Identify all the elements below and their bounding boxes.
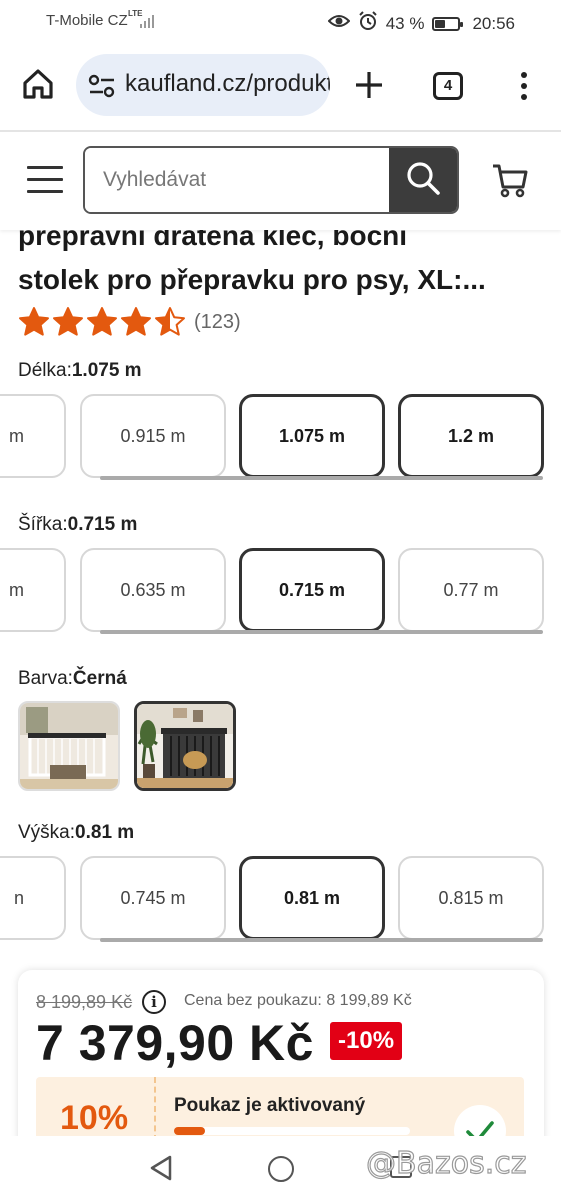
search-box — [83, 146, 459, 214]
system-nav-bar: @Bazos.cz — [0, 1136, 561, 1200]
search-button[interactable] — [389, 148, 457, 212]
site-header — [0, 132, 561, 230]
alarm-icon — [358, 11, 378, 36]
cart-icon[interactable] — [490, 160, 530, 200]
search-input[interactable] — [85, 148, 391, 212]
info-icon[interactable]: i — [142, 990, 166, 1014]
length-label: Délka:1.075 m — [18, 360, 142, 381]
length-scrollbar[interactable] — [100, 476, 543, 480]
height-scrollbar[interactable] — [100, 938, 543, 942]
height-option[interactable]: n — [0, 856, 66, 940]
tabs-icon[interactable]: 4 — [433, 72, 463, 100]
clock: 20:56 — [472, 13, 515, 33]
home-icon[interactable] — [20, 66, 56, 102]
product-rating[interactable]: (123) — [18, 306, 241, 338]
plus-icon[interactable] — [352, 68, 386, 102]
width-scrollbar[interactable] — [100, 630, 543, 634]
address-bar[interactable]: kaufland.cz/produkt — [76, 54, 330, 116]
length-options: m 0.915 m 1.075 m 1.2 m — [0, 390, 561, 484]
coupon-percent: 10% — [60, 1099, 129, 1137]
width-option[interactable]: 0.635 m — [80, 548, 226, 632]
width-option[interactable]: 0.77 m — [398, 548, 544, 632]
carrier-name: T-Mobile CZ — [46, 12, 128, 29]
width-option[interactable]: 0.715 m — [239, 548, 385, 632]
search-icon — [405, 160, 441, 201]
width-value: 0.715 m — [67, 514, 138, 535]
battery-percent: 43 % — [385, 13, 425, 33]
watermark: @Bazos.cz — [365, 1145, 527, 1181]
coupon-progress — [174, 1127, 410, 1135]
rating-stars — [18, 306, 186, 338]
rating-count: (123) — [194, 310, 241, 333]
color-label: Barva:Černá — [18, 668, 127, 689]
star-icon — [121, 307, 151, 336]
swatch-black-variant[interactable] — [134, 701, 236, 791]
signal-icon — [140, 12, 154, 28]
discount-badge: -10% — [330, 1022, 403, 1060]
star-icon — [87, 307, 117, 336]
star-icon — [155, 307, 185, 336]
star-icon — [53, 307, 83, 336]
width-option[interactable]: m — [0, 548, 66, 632]
browser-toolbar: kaufland.cz/produkt 4 — [0, 42, 561, 130]
height-label: Výška:0.81 m — [18, 822, 135, 843]
height-value: 0.81 m — [75, 822, 135, 843]
battery-icon — [432, 16, 464, 31]
height-options: n 0.745 m 0.81 m 0.815 m — [0, 852, 561, 946]
site-settings-icon[interactable] — [88, 74, 116, 98]
white-crate-image — [20, 703, 118, 789]
height-option[interactable]: 0.81 m — [239, 856, 385, 940]
url-text[interactable]: kaufland.cz/produkt — [125, 70, 330, 98]
old-price: 8 199,89 Kč — [36, 992, 133, 1012]
length-option[interactable]: 0.915 m — [80, 394, 226, 478]
menu-icon[interactable] — [27, 166, 63, 194]
black-crate-image — [137, 704, 233, 788]
length-value: 1.075 m — [71, 360, 142, 381]
length-option[interactable]: m — [0, 394, 66, 478]
length-option[interactable]: 1.2 m — [398, 394, 544, 478]
back-icon[interactable] — [148, 1154, 174, 1187]
height-option[interactable]: 0.745 m — [80, 856, 226, 940]
width-label: Šířka:0.715 m — [18, 514, 138, 535]
current-price: 7 379,90 Kč — [36, 1015, 314, 1071]
width-options: m 0.635 m 0.715 m 0.77 m — [0, 544, 561, 638]
home-circle-icon[interactable] — [268, 1156, 294, 1182]
status-bar: T-Mobile CZ LTE 43 % 20:56 — [0, 0, 561, 42]
product-title-line: stolek pro přepravku pro psy, XL:... — [18, 264, 486, 295]
eye-icon — [327, 13, 351, 34]
more-vert-icon[interactable] — [514, 72, 534, 102]
coupon-title: Poukaz je aktivovaný — [174, 1095, 366, 1116]
color-value: Černá — [72, 668, 127, 689]
star-icon — [19, 307, 49, 336]
price-without-coupon: Cena bez poukazu: 8 199,89 Kč — [184, 992, 412, 1009]
height-option[interactable]: 0.815 m — [398, 856, 544, 940]
swatch-white-variant[interactable] — [18, 701, 120, 791]
length-option[interactable]: 1.075 m — [239, 394, 385, 478]
